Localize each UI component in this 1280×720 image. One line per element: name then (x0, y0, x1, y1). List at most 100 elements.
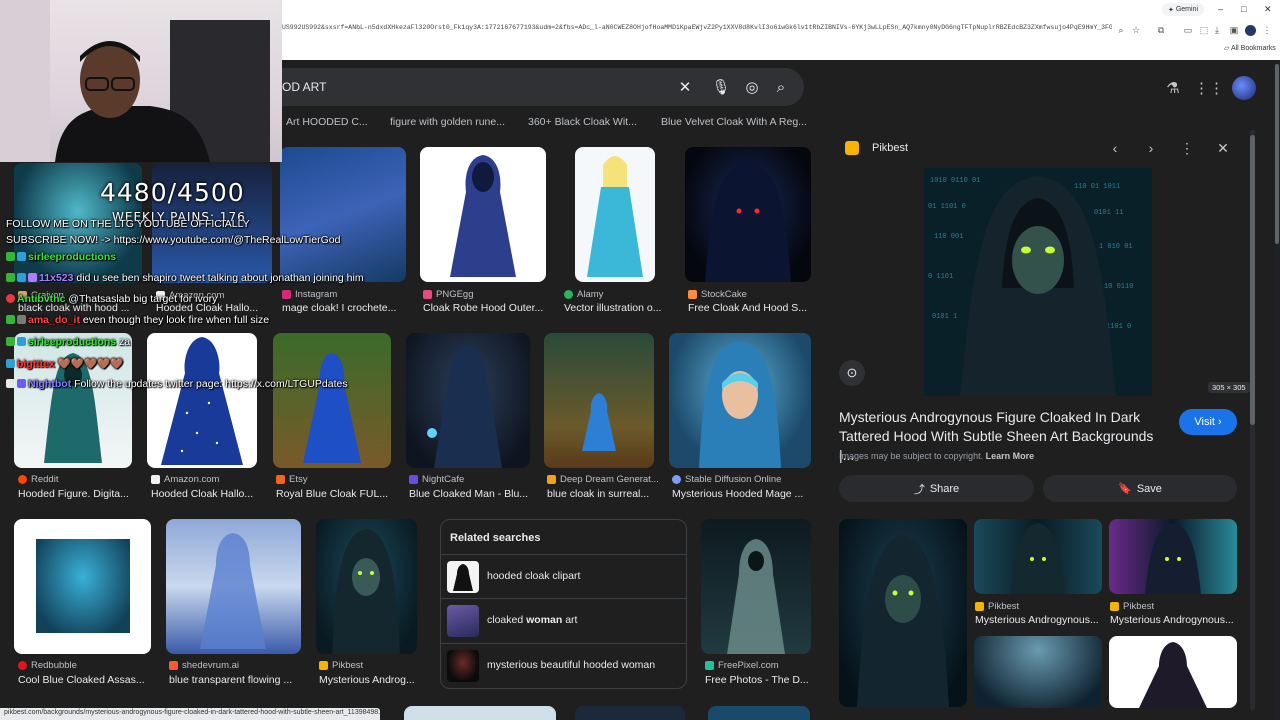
address-bar[interactable]: US992US992&sxsrf=ANbL-n5dxdXHkezaFl320Or… (282, 24, 1112, 38)
panel-site-name[interactable]: Pikbest (872, 142, 908, 154)
similar-image[interactable] (1109, 636, 1237, 708)
chat-message: bigtttex 🤎🤎🤎🤎🤎 (6, 357, 123, 370)
chevron-left-icon[interactable]: ‹ (1106, 139, 1124, 157)
result-image[interactable] (708, 706, 810, 720)
cloak-graphic (450, 155, 516, 277)
result-title[interactable]: Blue Velvet Cloak With A Reg... (661, 116, 807, 128)
favicon (319, 661, 328, 670)
related-search-item[interactable]: hooded cloak clipart (441, 554, 686, 598)
all-bookmarks[interactable]: ▱ All Bookmarks (1224, 44, 1276, 52)
close-icon[interactable]: ✕ (1214, 139, 1232, 157)
sparkle-icon: ✦ (1167, 6, 1174, 14)
copyright-text: Images may be subject to copyright. (839, 451, 984, 461)
chat-user: sirleeproductions (28, 336, 117, 348)
result-source: Instagram (282, 289, 337, 300)
screenshot-icon[interactable]: ⬚ (1199, 25, 1209, 35)
result-title[interactable]: Mysterious Androgynous... (975, 614, 1103, 626)
zoom-icon[interactable]: ⌕ (1116, 25, 1126, 35)
microphone-icon[interactable]: 🎙 (710, 76, 732, 98)
result-title[interactable]: 360+ Black Cloak Wit... (528, 116, 637, 128)
result-title[interactable]: figure with golden rune... (390, 116, 505, 128)
result-image[interactable] (316, 519, 417, 654)
dark-hood-graphic (705, 162, 791, 282)
related-search-item[interactable]: mysterious beautiful hooded woman (441, 643, 686, 687)
result-title[interactable]: Mysterious Androg... (319, 674, 421, 686)
source-label: Pikbest (1123, 601, 1155, 612)
result-title[interactable]: Royal Blue Cloak FUL... (276, 488, 396, 500)
result-image[interactable] (147, 333, 257, 468)
similar-image[interactable] (974, 636, 1102, 708)
result-image[interactable] (575, 147, 655, 282)
result-image[interactable] (273, 333, 391, 468)
similar-image[interactable] (839, 519, 967, 707)
chat-user: Nightbot (28, 378, 72, 390)
result-image[interactable] (685, 147, 811, 282)
result-title[interactable]: Cloak Robe Hood Outer... (423, 302, 553, 314)
chevron-right-icon[interactable]: › (1142, 139, 1160, 157)
chat-message: FOLLOW ME ON THE LTG YOUTUBE OFFICIALLY (6, 218, 250, 230)
similar-image[interactable] (1109, 519, 1237, 594)
page-scroll-thumb[interactable] (1275, 64, 1279, 244)
extensions-icon[interactable]: ⧉ (1156, 25, 1166, 35)
result-source: NightCafe (409, 474, 464, 485)
chat-message: SUBSCRIBE NOW! -> https://www.youtube.co… (6, 234, 340, 246)
bookmark-star-icon[interactable]: ☆ (1131, 25, 1141, 35)
related-thumb (447, 605, 479, 637)
result-image[interactable] (14, 333, 132, 468)
preview-image[interactable]: 1010 0110 01 110 01 1011 01 1101 0 0101 11… (924, 168, 1152, 396)
result-title[interactable]: Art HOODED C... (286, 116, 368, 128)
menu-icon[interactable]: ⋮ (1262, 25, 1272, 35)
result-title[interactable]: Mysterious Androgynous... (1110, 614, 1238, 626)
result-title[interactable]: blue transparent flowing ... (169, 674, 304, 686)
google-account-avatar[interactable] (1232, 76, 1256, 100)
result-image[interactable] (280, 147, 406, 282)
ghost-cloak-graphic (727, 539, 785, 654)
result-title[interactable]: blue cloak in surreal... (547, 488, 659, 500)
similar-art (1145, 523, 1201, 594)
chevron-right-icon: › (1217, 416, 1222, 428)
result-image[interactable] (701, 519, 811, 654)
search-icon[interactable]: ⌕ (770, 76, 792, 98)
result-title[interactable]: Vector illustration o... (564, 302, 674, 314)
minimize-icon[interactable]: – (1218, 4, 1223, 14)
search-input[interactable]: OD ART (282, 80, 326, 94)
source-label: Deep Dream Generat... (560, 474, 659, 485)
apps-grid-icon[interactable]: ⋮⋮ (1194, 76, 1224, 100)
labs-flask-icon[interactable]: ⚗ (1161, 76, 1185, 100)
sidepanel-icon[interactable]: ▭ (1183, 25, 1193, 35)
visit-button[interactable]: Visit › (1179, 409, 1237, 435)
result-title[interactable]: Mysterious Hooded Mage ... (672, 488, 814, 500)
tab-icon[interactable]: ▣ (1229, 25, 1239, 35)
download-icon[interactable]: ⤓ (1212, 25, 1222, 35)
result-image[interactable] (166, 519, 301, 654)
share-button[interactable]: ⤴ Share (839, 475, 1034, 502)
result-title[interactable]: Blue Cloaked Man - Blu... (409, 488, 535, 500)
close-window-icon[interactable]: ✕ (1264, 4, 1272, 15)
svg-text:0101 1: 0101 1 (932, 313, 957, 321)
clear-icon[interactable]: ✕ (674, 76, 696, 98)
similar-image[interactable] (974, 519, 1102, 594)
result-title[interactable]: Cool Blue Cloaked Assas... (18, 674, 158, 686)
save-button[interactable]: 🔖 Save (1043, 475, 1237, 502)
result-image[interactable] (406, 333, 530, 468)
more-vert-icon[interactable]: ⋮ (1178, 139, 1196, 157)
learn-more-link[interactable]: Learn More (986, 451, 1035, 461)
result-image[interactable] (420, 147, 546, 282)
result-title[interactable]: Hooded Figure. Digita... (18, 488, 146, 500)
result-title[interactable]: Free Cloak And Hood S... (688, 302, 814, 314)
result-image[interactable] (544, 333, 654, 468)
result-image[interactable] (575, 706, 685, 720)
result-title[interactable]: mage cloak! I crochete... (282, 302, 408, 314)
panel-scroll-thumb[interactable] (1250, 135, 1255, 425)
profile-avatar[interactable] (1245, 25, 1256, 36)
result-title[interactable]: Free Photos - The D... (705, 674, 813, 686)
maximize-icon[interactable]: □ (1241, 4, 1246, 14)
result-image[interactable] (14, 519, 151, 654)
result-image[interactable] (669, 333, 811, 468)
related-search-item[interactable]: cloaked woman art (441, 598, 686, 642)
lens-search-icon[interactable]: ⊙ (839, 360, 865, 386)
lens-icon[interactable]: ◎ (741, 76, 763, 98)
result-title[interactable]: Hooded Cloak Hallo... (151, 488, 269, 500)
gemini-button[interactable]: ✦ Gemini (1162, 3, 1204, 16)
result-image[interactable] (404, 706, 556, 720)
